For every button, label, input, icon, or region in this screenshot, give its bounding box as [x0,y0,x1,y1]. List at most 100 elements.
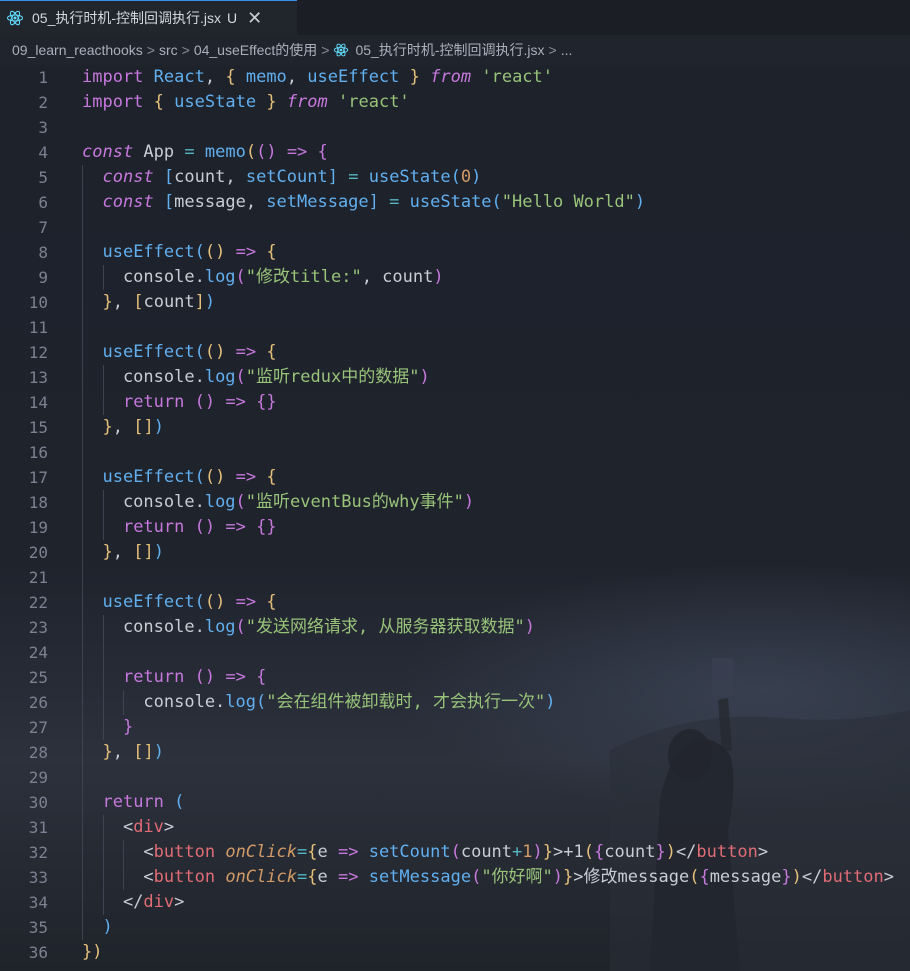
code-line[interactable]: 33 <button onClick={e => setMessage("你好啊… [0,865,910,890]
code-text: return ( [82,790,184,815]
code-line[interactable]: 28 }, []) [0,740,910,765]
code-line[interactable]: 12 useEffect(() => { [0,340,910,365]
code-line[interactable]: 27 } [0,715,910,740]
code-line[interactable]: 29 [0,765,910,790]
code-text: return () => {} [82,515,277,540]
code-token: 1 [522,842,533,862]
code-line[interactable]: 20 }, []) [0,540,910,565]
code-text: return () => { [82,665,266,690]
indent-guide [102,390,104,415]
code-line[interactable]: 26 console.log("会在组件被卸载时, 才会执行一次") [0,690,910,715]
line-number: 8 [38,243,48,262]
code-token: ) [524,617,535,637]
code-line[interactable]: 4 const App = memo(() => { [0,140,910,165]
code-line[interactable]: 17 useEffect(() => { [0,465,910,490]
line-number: 21 [28,568,48,587]
breadcrumb-item-src[interactable]: src [159,42,178,58]
code-token: ( [235,492,246,512]
code-token: ( [450,167,461,187]
code-line[interactable]: 7 [0,215,910,240]
code-line[interactable]: 31 <div> [0,815,910,840]
indent-guide [82,740,83,765]
code-token: () [256,142,277,162]
code-line[interactable]: 23 console.log("发送网络请求, 从服务器获取数据") [0,615,910,640]
code-editor[interactable]: 1 import React, { memo, useEffect } from … [0,65,910,971]
code-token: { [307,842,318,862]
indent-guide [102,665,104,690]
breadcrumb-item-folder[interactable]: 09_learn_reacthooks [12,42,143,58]
code-token: } [266,92,277,112]
indent-guide [82,815,83,840]
code-line[interactable]: 32 <button onClick={e => setCount(count+… [0,840,910,865]
code-line[interactable]: 36}) [0,940,910,965]
code-line[interactable]: 10 }, [count]) [0,290,910,315]
code-token: ) [552,867,564,887]
code-token: useEffect [102,592,195,612]
code-text: const [count, setCount] = useState(0) [82,165,481,190]
indent-guide [123,690,124,715]
code-token: } [781,867,792,887]
editor-tab-active[interactable]: 05_执行时机-控制回调执行.jsx U ✕ [0,0,297,35]
code-token: () [194,392,216,412]
code-line[interactable]: 2 import { useState } from 'react' [0,90,910,115]
code-line[interactable]: 21 [0,565,910,590]
breadcrumb-item-symbol[interactable]: ... [561,42,573,58]
indent-guide [102,840,104,865]
code-token: , count [361,267,434,287]
indent-guide [82,540,83,565]
code-token: button [696,842,758,862]
code-token: () [204,342,226,362]
code-line[interactable]: 14 return () => {} [0,390,910,415]
code-token: ] [194,292,205,312]
code-text: <button onClick={e => setMessage("你好啊")}… [82,865,894,890]
code-text: const App = memo(() => { [82,140,328,165]
breadcrumb-item-subfolder[interactable]: 04_useEffect的使用 [194,40,317,60]
indent-guide [82,165,83,190]
code-token: >修改message [573,867,690,887]
indent-guide [82,890,83,915]
code-token: () [204,242,226,262]
code-token: , [286,67,308,87]
line-number: 6 [38,193,48,212]
code-token: > [163,817,175,837]
indent-guide [102,515,104,540]
code-line[interactable]: 34 </div> [0,890,910,915]
code-token: e [317,842,338,862]
code-line[interactable]: 35 ) [0,915,910,940]
code-line[interactable]: 30 return ( [0,790,910,815]
code-line[interactable]: 24 [0,640,910,665]
code-line[interactable]: 16 [0,440,910,465]
code-line[interactable]: 6 const [message, setMessage] = useState… [0,190,910,215]
code-line[interactable]: 19 return () => {} [0,515,910,540]
code-token: => [225,667,246,687]
code-line[interactable]: 18 console.log("监听eventBus的why事件") [0,490,910,515]
code-line[interactable]: 11 [0,315,910,340]
code-token: import [82,67,144,87]
code-token: } [102,417,113,437]
code-line[interactable]: 15 }, []) [0,415,910,440]
breadcrumb-item-file[interactable]: 05_执行时机-控制回调执行.jsx [333,40,545,60]
code-token: [] [133,742,154,762]
code-line[interactable]: 9 console.log("修改title:", count) [0,265,910,290]
code-token: > [883,867,894,887]
code-line[interactable]: 3 [0,115,910,140]
code-line[interactable]: 25 return () => { [0,665,910,690]
code-line[interactable]: 5 const [count, setCount] = useState(0) [0,165,910,190]
code-line[interactable]: 8 useEffect(() => { [0,240,910,265]
code-token: , [204,67,226,87]
close-icon[interactable]: ✕ [247,9,262,27]
code-token: </ [675,842,697,862]
code-line[interactable]: 1 import React, { memo, useEffect } from … [0,65,910,90]
line-number: 31 [28,818,48,837]
code-line[interactable]: 13 console.log("监听redux中的数据") [0,365,910,390]
chevron-right-icon: > [321,42,330,58]
code-token: ) [463,492,475,512]
code-line[interactable]: 22 useEffect(() => { [0,590,910,615]
code-token: ( [245,142,257,162]
